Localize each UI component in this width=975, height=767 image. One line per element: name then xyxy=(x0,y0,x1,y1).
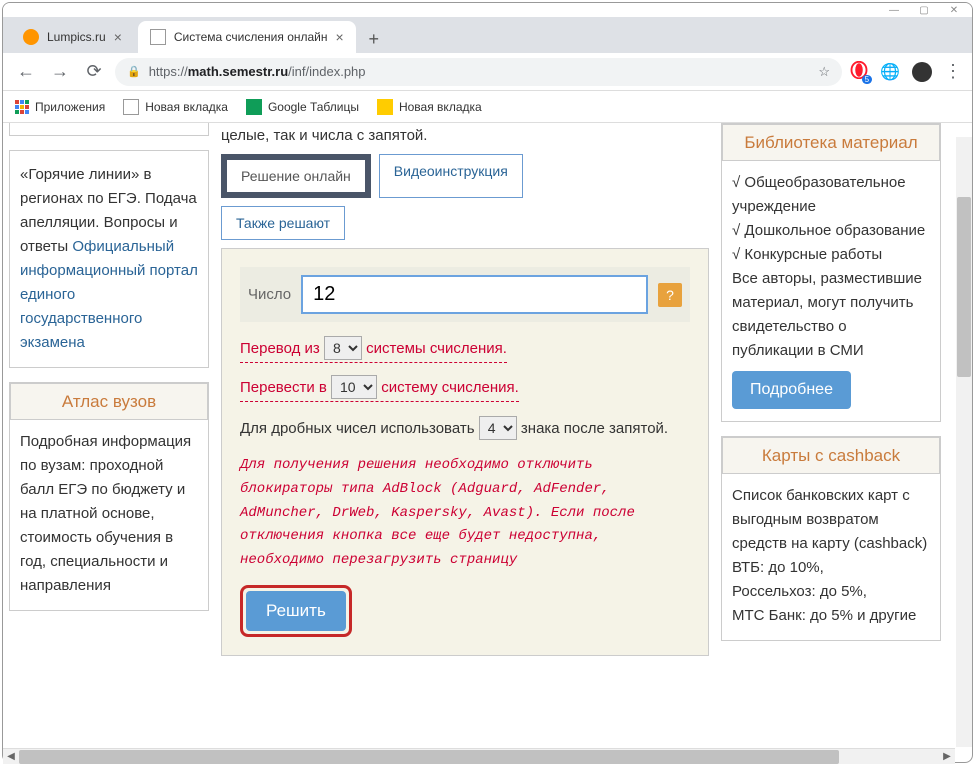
sidebar-text: Подробная информация по вузам: проходной… xyxy=(20,433,191,594)
sidebar-title: Карты с cashback xyxy=(722,437,940,474)
tab-title: Система счисления онлайн xyxy=(174,30,328,44)
forward-button[interactable]: → xyxy=(47,59,73,85)
tab-close-icon[interactable]: × xyxy=(114,29,122,45)
number-label: Число xyxy=(248,286,291,303)
tab-also-solve[interactable]: Также решают xyxy=(221,206,345,240)
intro-text: целые, так и числа с запятой. xyxy=(221,123,709,148)
apps-icon xyxy=(15,100,29,114)
list-item: Общеобразовательное учреждение xyxy=(732,174,906,215)
bookmark-label: Google Таблицы xyxy=(268,100,359,114)
convert-from-row: Перевод из 8 системы счисления. xyxy=(240,336,507,363)
star-icon[interactable]: ☆ xyxy=(818,64,830,80)
scroll-left-icon[interactable]: ◀ xyxy=(3,749,19,764)
extension-opera-icon[interactable]: 5 xyxy=(850,61,868,82)
from-base-select[interactable]: 8 xyxy=(324,336,362,360)
solve-button[interactable]: Решить xyxy=(246,591,346,631)
more-button[interactable]: Подробнее xyxy=(732,371,851,409)
reload-button[interactable]: ⟳ xyxy=(81,59,107,85)
convert-to-row: Перевести в 10 систему счисления. xyxy=(240,375,519,402)
sidebar-box-ege: «Горячие линии» в регионах по ЕГЭ. Подач… xyxy=(9,150,209,368)
sidebar-box-cashback: Карты с cashback Список банковских карт … xyxy=(721,436,941,641)
scrollbar-thumb[interactable] xyxy=(19,750,839,764)
bookmark-newtab[interactable]: Новая вкладка xyxy=(123,99,228,115)
adblock-warning: Для получения решения необходимо отключи… xyxy=(240,454,690,573)
list-item: Россельхоз: до 5%, xyxy=(732,580,930,604)
back-button[interactable]: ← xyxy=(13,59,39,85)
help-button[interactable]: ? xyxy=(658,283,682,307)
page-icon xyxy=(123,99,139,115)
bookmark-label: Новая вкладка xyxy=(145,100,228,114)
scroll-right-icon[interactable]: ▶ xyxy=(939,749,955,764)
horizontal-scrollbar[interactable]: ◀ ▶ xyxy=(3,748,955,763)
browser-toolbar: ← → ⟳ 🔒 https://math.semestr.ru/inf/inde… xyxy=(3,53,972,91)
page-content: «Горячие линии» в регионах по ЕГЭ. Подач… xyxy=(3,123,972,733)
sidebar-box-library: Библиотека материал √ Общеобразовательно… xyxy=(721,123,941,422)
bookmark-label: Новая вкладка xyxy=(399,100,482,114)
scrollbar-thumb[interactable] xyxy=(957,197,971,377)
number-input[interactable] xyxy=(301,275,648,314)
sidebar-text: Список банковских карт с выгодным возвра… xyxy=(732,484,930,556)
tab-title: Lumpics.ru xyxy=(47,30,106,44)
tab-lumpics[interactable]: Lumpics.ru × xyxy=(11,21,134,53)
bookmark-newtab2[interactable]: Новая вкладка xyxy=(377,99,482,115)
extension-badge: 5 xyxy=(862,75,872,84)
sidebar-box-atlas: Атлас вузов Подробная информация по вуза… xyxy=(9,382,209,611)
yandex-icon xyxy=(377,99,393,115)
sidebar-title: Атлас вузов xyxy=(10,383,208,420)
translate-icon[interactable]: 🌐 xyxy=(880,62,900,82)
tab-close-icon[interactable]: × xyxy=(336,29,344,45)
url-text: https://math.semestr.ru/inf/index.php xyxy=(149,64,366,79)
maximize-icon[interactable]: ▢ xyxy=(914,4,934,16)
solve-button-highlight: Решить xyxy=(240,585,352,637)
browser-tabstrip: Lumpics.ru × Система счисления онлайн × … xyxy=(3,17,972,53)
new-tab-button[interactable]: + xyxy=(360,25,388,53)
close-icon[interactable]: ✕ xyxy=(944,4,964,16)
bookmark-apps[interactable]: Приложения xyxy=(15,100,105,114)
lock-icon: 🔒 xyxy=(127,65,141,78)
sidebar-title: Библиотека материал xyxy=(722,124,940,161)
profile-avatar[interactable] xyxy=(912,62,932,82)
address-bar[interactable]: 🔒 https://math.semestr.ru/inf/index.php … xyxy=(115,58,842,86)
list-item: Дошкольное образование xyxy=(744,222,925,239)
fraction-digits-row: Для дробных чисел использовать 4 знака п… xyxy=(240,414,690,444)
sidebar-text: Все авторы, разместившие материал, могут… xyxy=(732,267,930,363)
tab-solve-online[interactable]: Решение онлайн xyxy=(221,154,371,198)
list-item: Конкурсные работы xyxy=(744,246,882,263)
tab-semestr[interactable]: Система счисления онлайн × xyxy=(138,21,356,53)
sheets-icon xyxy=(246,99,262,115)
fraction-digits-select[interactable]: 4 xyxy=(479,416,517,440)
bookmark-label: Приложения xyxy=(35,100,105,114)
menu-button[interactable]: ⋮ xyxy=(944,61,962,82)
window-titlebar: — ▢ ✕ xyxy=(3,3,972,17)
favicon-semestr-icon xyxy=(150,29,166,45)
to-base-select[interactable]: 10 xyxy=(331,375,377,399)
minimize-icon[interactable]: — xyxy=(884,4,904,16)
favicon-lumpics-icon xyxy=(23,29,39,45)
tab-video[interactable]: Видеоинструкция xyxy=(379,154,523,198)
bookmarks-bar: Приложения Новая вкладка Google Таблицы … xyxy=(3,91,972,123)
bookmark-sheets[interactable]: Google Таблицы xyxy=(246,99,359,115)
vertical-scrollbar[interactable] xyxy=(956,137,972,747)
list-item: ВТБ: до 10%, xyxy=(732,556,930,580)
list-item: МТС Банк: до 5% и другие xyxy=(732,604,930,628)
solve-panel: Число ? Перевод из 8 системы счисления. … xyxy=(221,248,709,656)
